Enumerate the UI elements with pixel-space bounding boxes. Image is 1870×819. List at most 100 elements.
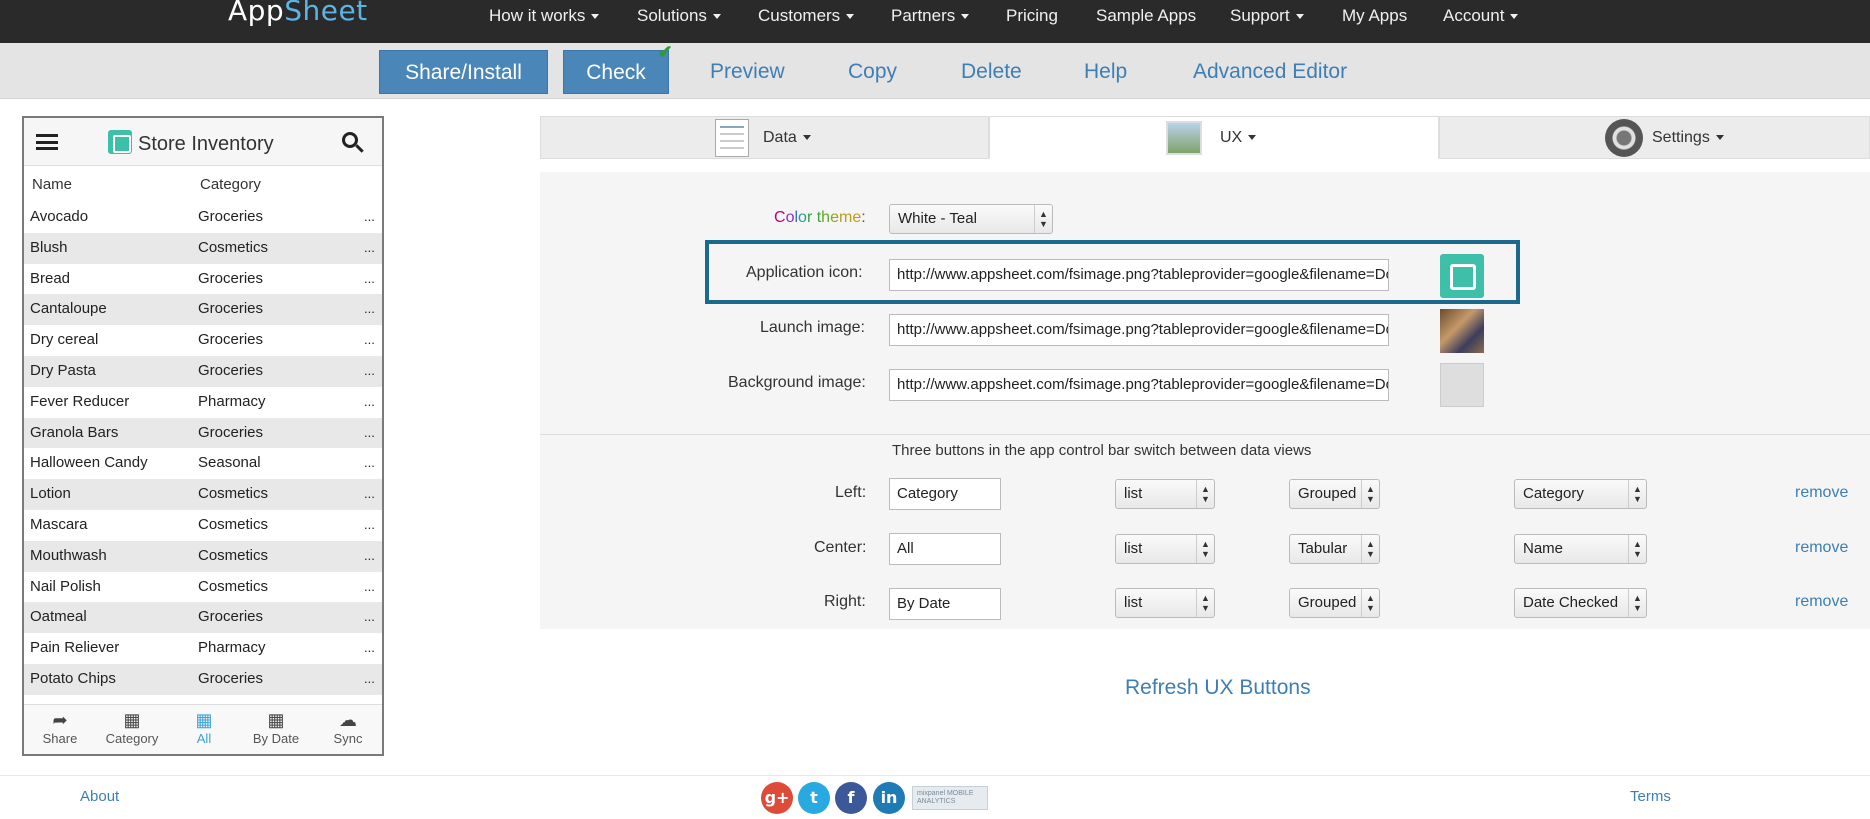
center-button-remove-link[interactable]: remove	[1795, 539, 1848, 557]
list-item[interactable]: Fever Reducer Pharmacy...	[24, 387, 382, 418]
row-more-icon: ...	[364, 209, 375, 224]
column-header-name[interactable]: Name	[32, 176, 72, 193]
list-item[interactable]: Halloween Candy Seasonal...	[24, 448, 382, 479]
list-column-headers: Name Category	[24, 176, 382, 196]
tab-settings[interactable]: Settings	[1439, 116, 1870, 159]
app-preview-phone: Store Inventory Name Category Avocado Gro…	[22, 116, 384, 756]
tab-data[interactable]: Data	[540, 116, 989, 159]
list-item[interactable]: Mouthwash Cosmetics...	[24, 540, 382, 572]
list-item[interactable]: Dry Pasta Groceries...	[24, 355, 382, 387]
google-plus-icon[interactable]: g+	[761, 782, 793, 814]
footer-share-button[interactable]: ➦ Share	[24, 709, 96, 746]
nav-customers[interactable]: Customers	[758, 6, 855, 26]
right-button-name-input[interactable]: By Date	[889, 588, 1001, 620]
inventory-list: Avocado Groceries... Blush Cosmetics... Br…	[24, 202, 382, 695]
cloud-icon: ☁	[339, 710, 357, 730]
center-button-mode-select[interactable]: Tabular ▲ ▼	[1289, 534, 1380, 564]
refresh-ux-buttons-link[interactable]: Refresh UX Buttons	[1125, 676, 1311, 700]
row-more-icon: ...	[364, 362, 375, 378]
list-item[interactable]: Mascara Cosmetics...	[24, 510, 382, 541]
appsheet-logo[interactable]: AppSheet	[228, 0, 368, 27]
footer-category-button[interactable]: ▦ Category	[96, 709, 168, 746]
nav-pricing[interactable]: Pricing	[1006, 6, 1058, 26]
editor-toolbar: Share/Install Check ✔ Preview Copy Delete…	[0, 43, 1870, 99]
row-more-icon: ...	[364, 516, 375, 532]
linkedin-icon[interactable]: in	[873, 782, 905, 814]
gear-icon	[1605, 119, 1643, 157]
hamburger-menu-icon[interactable]	[36, 134, 58, 150]
column-header-category[interactable]: Category	[200, 176, 261, 193]
list-item[interactable]: Blush Cosmetics...	[24, 232, 382, 264]
row-more-icon: ...	[364, 393, 375, 409]
footer-by-date-button[interactable]: ▦ By Date	[240, 709, 312, 746]
list-item[interactable]: Bread Groceries...	[24, 264, 382, 295]
advanced-editor-button[interactable]: Advanced Editor	[1193, 50, 1347, 94]
center-button-column-select[interactable]: Name ▲ ▼	[1514, 534, 1647, 564]
background-image-input[interactable]: http://www.appsheet.com/fsimage.png?tabl…	[889, 369, 1389, 401]
nav-solutions[interactable]: Solutions	[637, 6, 721, 26]
mixpanel-badge[interactable]: mixpanel MOBILE ANALYTICS	[912, 786, 988, 810]
right-button-view-select[interactable]: list ▲ ▼	[1115, 588, 1215, 618]
copy-button[interactable]: Copy	[848, 50, 897, 94]
row-more-icon: ...	[364, 455, 375, 471]
left-button-name-input[interactable]: Category	[889, 478, 1001, 510]
center-button-label: Center:	[814, 539, 867, 556]
center-button-view-select[interactable]: list ▲ ▼	[1115, 534, 1215, 564]
color-theme-label: Color theme:	[774, 209, 866, 226]
table-icon: ▦	[123, 710, 141, 730]
caret-down-icon	[846, 14, 855, 20]
left-button-view-select[interactable]: list ▲ ▼	[1115, 479, 1215, 509]
checkmark-icon: ✔	[657, 42, 673, 62]
list-item[interactable]: Cantaloupe Groceries...	[24, 294, 382, 326]
row-more-icon: ...	[364, 640, 375, 656]
background-image-preview	[1440, 363, 1484, 407]
left-button-column-select[interactable]: Category ▲ ▼	[1514, 479, 1647, 509]
divider	[540, 434, 1870, 435]
list-item[interactable]: Granola Bars Groceries...	[24, 417, 382, 449]
left-button-mode-select[interactable]: Grouped ▲ ▼	[1289, 479, 1380, 509]
delete-button[interactable]: Delete	[961, 50, 1022, 94]
caret-down-icon	[591, 14, 600, 20]
left-button-label: Left:	[835, 484, 867, 501]
footer-sync-button[interactable]: ☁ Sync	[312, 709, 382, 746]
nav-sample-apps[interactable]: Sample Apps	[1096, 6, 1196, 26]
about-link[interactable]: About	[80, 788, 119, 805]
launch-image-input[interactable]: http://www.appsheet.com/fsimage.png?tabl…	[889, 314, 1389, 346]
twitter-icon[interactable]: t	[798, 782, 830, 814]
row-more-icon: ...	[364, 547, 375, 563]
list-item[interactable]: Potato Chips Groceries...	[24, 663, 382, 695]
list-item[interactable]: Nail Polish Cosmetics...	[24, 572, 382, 603]
launch-image-label: Launch image:	[760, 319, 865, 336]
nav-support[interactable]: Support	[1230, 6, 1304, 26]
terms-link[interactable]: Terms	[1630, 788, 1671, 805]
right-button-mode-select[interactable]: Grouped ▲ ▼	[1289, 588, 1380, 618]
application-icon-input[interactable]: http://www.appsheet.com/fsimage.png?tabl…	[889, 259, 1389, 291]
list-item[interactable]: Pain Reliever Pharmacy...	[24, 633, 382, 664]
nav-partners[interactable]: Partners	[891, 6, 970, 26]
nav-how-it-works[interactable]: How it works	[489, 6, 600, 26]
nav-my-apps[interactable]: My Apps	[1342, 6, 1407, 26]
control-bar-info-text: Three buttons in the app control bar swi…	[892, 442, 1312, 459]
tab-ux[interactable]: UX	[989, 116, 1439, 159]
right-button-remove-link[interactable]: remove	[1795, 593, 1848, 611]
search-icon[interactable]	[342, 132, 364, 154]
preview-button[interactable]: Preview	[710, 50, 785, 94]
list-item[interactable]: Dry cereal Groceries...	[24, 325, 382, 356]
facebook-icon[interactable]: f	[835, 782, 867, 814]
left-button-remove-link[interactable]: remove	[1795, 484, 1848, 502]
center-button-name-input[interactable]: All	[889, 533, 1001, 565]
list-item[interactable]: Avocado Groceries...	[24, 202, 382, 233]
application-icon-label: Application icon:	[746, 264, 863, 281]
share-install-button[interactable]: Share/Install	[379, 50, 548, 94]
row-more-icon: ...	[364, 270, 375, 286]
right-button-column-select[interactable]: Date Checked ▲ ▼	[1514, 588, 1647, 618]
footer-all-button[interactable]: ▦ All	[168, 709, 240, 746]
check-button[interactable]: Check ✔	[563, 43, 673, 94]
list-item[interactable]: Lotion Cosmetics...	[24, 479, 382, 510]
color-theme-select[interactable]: White - Teal ▲ ▼	[889, 204, 1053, 234]
app-logo-icon	[108, 130, 132, 154]
row-more-icon: ...	[364, 670, 375, 686]
nav-account[interactable]: Account	[1443, 6, 1519, 26]
list-item[interactable]: Oatmeal Groceries...	[24, 602, 382, 634]
help-button[interactable]: Help	[1084, 50, 1127, 94]
